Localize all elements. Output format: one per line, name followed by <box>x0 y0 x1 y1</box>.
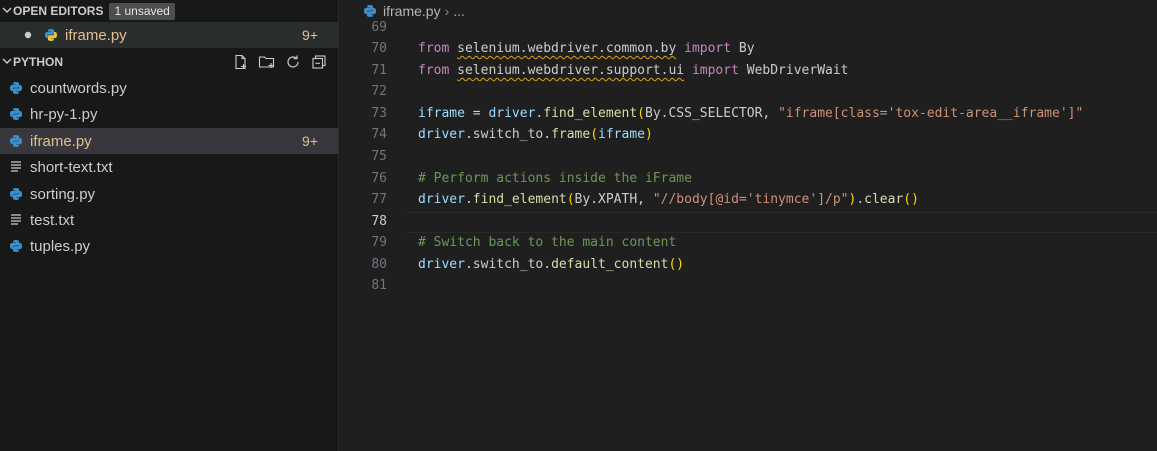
text-file-icon <box>9 160 23 174</box>
chevron-down-icon <box>0 5 13 18</box>
code-line-80: driver.switch_to.default_content() <box>418 257 685 272</box>
line-number: 79 <box>371 235 387 250</box>
file-label: test.txt <box>30 211 75 229</box>
file-item-hr-py-1[interactable]: hr-py-1.py <box>0 101 338 127</box>
unsaved-badge: 1 unsaved <box>109 2 175 20</box>
file-item-countwords[interactable]: countwords.py <box>0 75 338 101</box>
file-item-iframe[interactable]: iframe.py 9+ <box>0 128 338 154</box>
file-item-short-text[interactable]: short-text.txt <box>0 154 338 180</box>
collapse-all-icon[interactable] <box>310 53 328 71</box>
code-line-74: driver.switch_to.frame(iframe) <box>418 127 653 142</box>
line-number: 75 <box>371 149 387 164</box>
line-number-current: 78 <box>371 214 387 229</box>
file-item-sorting[interactable]: sorting.py <box>0 181 338 207</box>
python-icon <box>9 134 23 148</box>
python-icon <box>363 4 377 18</box>
folder-title: PYTHON <box>13 55 64 69</box>
breadcrumb-symbol[interactable]: ... <box>453 3 465 19</box>
chevron-down-icon <box>0 56 13 69</box>
python-icon <box>44 28 58 42</box>
line-number: 74 <box>371 127 387 142</box>
python-icon <box>9 107 23 121</box>
python-icon <box>9 81 23 95</box>
open-editors-title: OPEN EDITORS <box>13 4 104 18</box>
file-label: tuples.py <box>30 237 91 255</box>
problem-count-badge: 9+ <box>302 133 318 149</box>
file-label: countwords.py <box>30 79 127 97</box>
python-icon <box>9 187 23 201</box>
line-number: 81 <box>371 278 387 293</box>
python-icon <box>9 239 23 253</box>
code-line-77: driver.find_element(By.XPATH, "//body[@i… <box>418 192 919 207</box>
explorer-actions <box>232 53 328 71</box>
line-number: 76 <box>371 171 387 186</box>
breadcrumb: iframe.py › ... <box>339 0 1157 22</box>
code-line-70: from selenium.webdriver.common.by import… <box>418 41 755 56</box>
breadcrumb-file[interactable]: iframe.py <box>383 3 441 19</box>
line-number: 73 <box>371 106 387 121</box>
open-editor-item-iframe[interactable]: iframe.py 9+ <box>0 22 338 48</box>
line-number: 72 <box>371 84 387 99</box>
code-line-73: iframe = driver.find_element(By.CSS_SELE… <box>418 106 1084 121</box>
file-item-tuples[interactable]: tuples.py <box>0 233 338 259</box>
refresh-icon[interactable] <box>284 53 302 71</box>
folder-header-python[interactable]: PYTHON <box>0 51 338 73</box>
code-editor[interactable]: iframe.py › ... 69 70 71 72 73 74 75 76 … <box>339 0 1157 451</box>
open-editors-header[interactable]: OPEN EDITORS 1 unsaved <box>0 0 338 22</box>
file-label: hr-py-1.py <box>30 105 98 123</box>
line-number: 71 <box>371 63 387 78</box>
explorer-sidebar: OPEN EDITORS 1 unsaved iframe.py 9+ PYTH… <box>0 0 339 451</box>
line-number: 69 <box>371 20 387 35</box>
new-file-icon[interactable] <box>232 53 250 71</box>
file-label: sorting.py <box>30 185 96 203</box>
file-item-test[interactable]: test.txt <box>0 207 338 233</box>
breadcrumb-separator: › <box>444 3 450 19</box>
line-number: 70 <box>371 41 387 56</box>
line-number: 80 <box>371 257 387 272</box>
file-label: short-text.txt <box>30 158 113 176</box>
unsaved-dot-icon[interactable] <box>24 31 32 39</box>
file-label: iframe.py <box>30 132 92 150</box>
text-file-icon <box>9 213 23 227</box>
open-editor-label: iframe.py <box>65 26 127 44</box>
line-number: 77 <box>371 192 387 207</box>
current-line-highlight <box>407 212 1157 233</box>
code-line-79-comment: # Switch back to the main content <box>418 235 677 250</box>
code-line-76-comment: # Perform actions inside the iFrame <box>418 171 692 186</box>
problem-count-badge: 9+ <box>302 27 318 43</box>
new-folder-icon[interactable] <box>258 53 276 71</box>
code-line-71: from selenium.webdriver.support.ui impor… <box>418 63 849 78</box>
